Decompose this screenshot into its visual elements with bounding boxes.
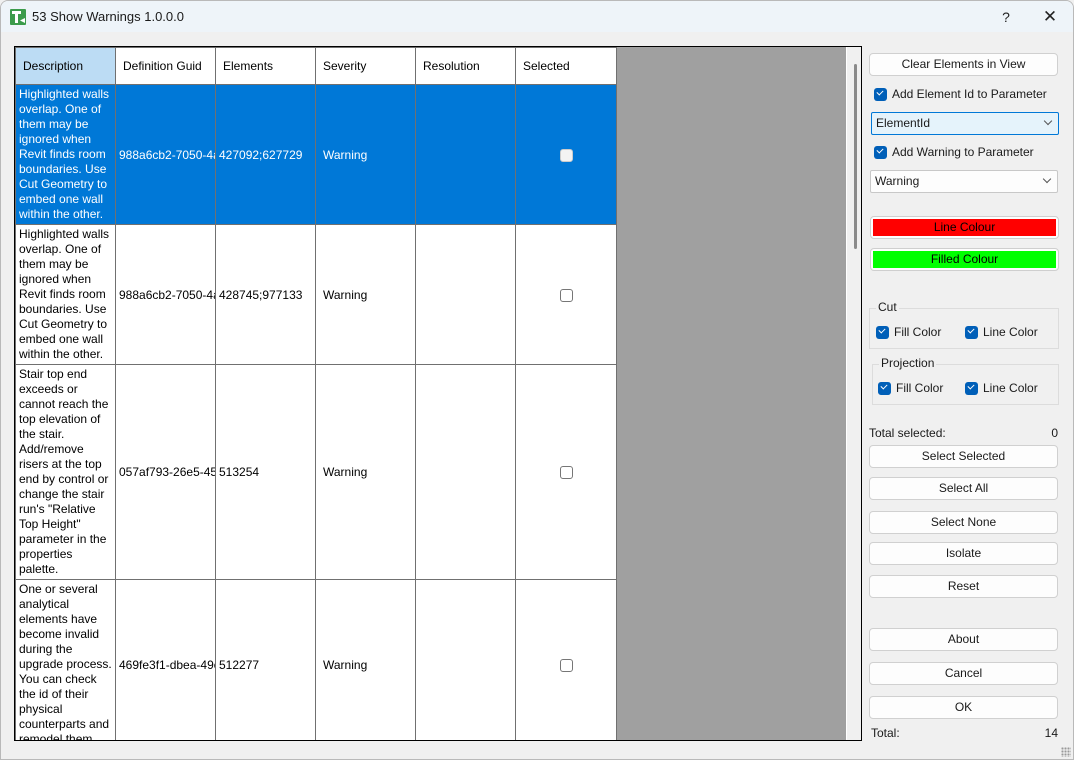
- warnings-grid[interactable]: Description Definition Guid Elements Sev…: [14, 46, 862, 741]
- cell-description[interactable]: Highlighted walls overlap. One of them m…: [15, 84, 116, 225]
- total-value: 14: [1044, 726, 1058, 740]
- cell-resolution[interactable]: [415, 224, 516, 365]
- cancel-button[interactable]: Cancel: [869, 662, 1058, 685]
- column-header-definition-guid[interactable]: Definition Guid: [115, 47, 216, 85]
- cell-description[interactable]: Highlighted walls overlap. One of them m…: [15, 224, 116, 365]
- row-select-checkbox[interactable]: [559, 148, 573, 162]
- cell-guid[interactable]: 988a6cb2-7050-4a: [115, 224, 216, 365]
- cell-severity[interactable]: Warning: [315, 579, 416, 740]
- total-selected-row: Total selected: 0: [869, 426, 1058, 441]
- chevron-down-icon: [1043, 116, 1053, 126]
- checkbox-checked-icon: [874, 145, 887, 159]
- ok-button[interactable]: OK: [869, 696, 1058, 719]
- checkbox-checked-icon: [874, 87, 887, 101]
- warning-parameter-select[interactable]: Warning: [870, 170, 1058, 193]
- isolate-button[interactable]: Isolate: [869, 542, 1058, 565]
- checkbox-checked-icon: [965, 381, 978, 395]
- add-element-id-label: Add Element Id to Parameter: [892, 87, 1047, 101]
- cut-groupbox: Cut Fill Color Line Color: [869, 300, 1059, 349]
- cell-guid[interactable]: 469fe3f1-dbea-49c: [115, 579, 216, 740]
- cut-fill-color-label: Fill Color: [894, 325, 942, 339]
- side-panel: Clear Elements in View Add Element Id to…: [869, 1, 1061, 759]
- select-selected-button[interactable]: Select Selected: [869, 445, 1058, 468]
- line-colour-swatch: Line Colour: [873, 219, 1056, 236]
- about-button[interactable]: About: [869, 628, 1058, 651]
- checkbox-checked-icon: [878, 381, 891, 395]
- dialog-window: 53 Show Warnings 1.0.0.0 ? ✕ Description…: [0, 0, 1074, 760]
- table-row[interactable]: Highlighted walls overlap. One of them m…: [15, 224, 617, 365]
- cell-guid[interactable]: 057af793-26e5-455: [115, 364, 216, 580]
- cell-selected[interactable]: [515, 579, 617, 740]
- column-header-selected[interactable]: Selected: [515, 47, 617, 85]
- scrollbar-thumb[interactable]: [854, 64, 857, 249]
- projection-groupbox: Projection Fill Color Line Color: [872, 356, 1059, 405]
- column-header-resolution[interactable]: Resolution: [415, 47, 516, 85]
- select-none-button[interactable]: Select None: [869, 511, 1058, 534]
- cut-line-color-checkbox[interactable]: Line Color: [965, 324, 1038, 340]
- cell-severity[interactable]: Warning: [315, 84, 416, 225]
- add-element-id-checkbox[interactable]: Add Element Id to Parameter: [874, 86, 1047, 102]
- cell-elements[interactable]: 512277: [215, 579, 316, 740]
- projection-line-color-checkbox[interactable]: Line Color: [965, 380, 1038, 396]
- warning-parameter-value: Warning: [875, 174, 920, 188]
- total-row: Total: 14: [871, 726, 1058, 741]
- table-row[interactable]: Stair top end exceeds or cannot reach th…: [15, 364, 617, 580]
- projection-fill-color-checkbox[interactable]: Fill Color: [878, 380, 943, 396]
- cell-elements[interactable]: 428745;977133: [215, 224, 316, 365]
- chevron-down-icon: [1042, 174, 1052, 184]
- total-selected-label: Total selected:: [869, 426, 946, 440]
- resize-grip-icon[interactable]: [1061, 747, 1071, 757]
- filled-colour-swatch: Filled Colour: [873, 251, 1056, 268]
- checkbox-checked-icon: [965, 325, 978, 339]
- table-row[interactable]: Highlighted walls overlap. One of them m…: [15, 84, 617, 225]
- grid-header-row: Description Definition Guid Elements Sev…: [15, 47, 617, 85]
- total-selected-value: 0: [1051, 426, 1058, 440]
- table-row[interactable]: One or several analytical elements have …: [15, 579, 617, 740]
- element-parameter-value: ElementId: [876, 116, 931, 130]
- column-header-elements[interactable]: Elements: [215, 47, 316, 85]
- cell-elements[interactable]: 513254: [215, 364, 316, 580]
- cell-guid[interactable]: 988a6cb2-7050-4a: [115, 84, 216, 225]
- cell-elements[interactable]: 427092;627729: [215, 84, 316, 225]
- filled-colour-button[interactable]: Filled Colour: [870, 248, 1059, 271]
- cell-severity[interactable]: Warning: [315, 224, 416, 365]
- cell-description[interactable]: One or several analytical elements have …: [15, 579, 116, 740]
- cell-resolution[interactable]: [415, 364, 516, 580]
- cut-group-legend: Cut: [876, 300, 899, 314]
- projection-group-legend: Projection: [879, 356, 937, 370]
- window-title: 53 Show Warnings 1.0.0.0: [32, 9, 184, 24]
- add-warning-label: Add Warning to Parameter: [892, 145, 1034, 159]
- grid-vertical-scrollbar[interactable]: [846, 47, 861, 740]
- line-colour-button[interactable]: Line Colour: [870, 216, 1059, 239]
- cut-fill-color-checkbox[interactable]: Fill Color: [876, 324, 941, 340]
- row-select-checkbox[interactable]: [559, 466, 573, 480]
- column-header-description[interactable]: Description: [15, 47, 116, 85]
- cut-line-color-label: Line Color: [983, 325, 1038, 339]
- add-warning-checkbox[interactable]: Add Warning to Parameter: [874, 144, 1034, 160]
- checkbox-checked-icon: [876, 325, 889, 339]
- projection-line-color-label: Line Color: [983, 381, 1038, 395]
- cell-resolution[interactable]: [415, 84, 516, 225]
- column-header-severity[interactable]: Severity: [315, 47, 416, 85]
- projection-fill-color-label: Fill Color: [896, 381, 944, 395]
- row-select-checkbox[interactable]: [559, 288, 573, 302]
- cell-severity[interactable]: Warning: [315, 364, 416, 580]
- app-logo-icon: [10, 9, 26, 25]
- total-label: Total:: [871, 726, 900, 740]
- cell-selected[interactable]: [515, 224, 617, 365]
- reset-button[interactable]: Reset: [869, 575, 1058, 598]
- cell-resolution[interactable]: [415, 579, 516, 740]
- row-select-checkbox[interactable]: [559, 658, 573, 672]
- clear-elements-in-view-button[interactable]: Clear Elements in View: [869, 53, 1058, 76]
- element-parameter-select[interactable]: ElementId: [871, 112, 1059, 135]
- select-all-button[interactable]: Select All: [869, 477, 1058, 500]
- cell-selected[interactable]: [515, 84, 617, 225]
- cell-description[interactable]: Stair top end exceeds or cannot reach th…: [15, 364, 116, 580]
- cell-selected[interactable]: [515, 364, 617, 580]
